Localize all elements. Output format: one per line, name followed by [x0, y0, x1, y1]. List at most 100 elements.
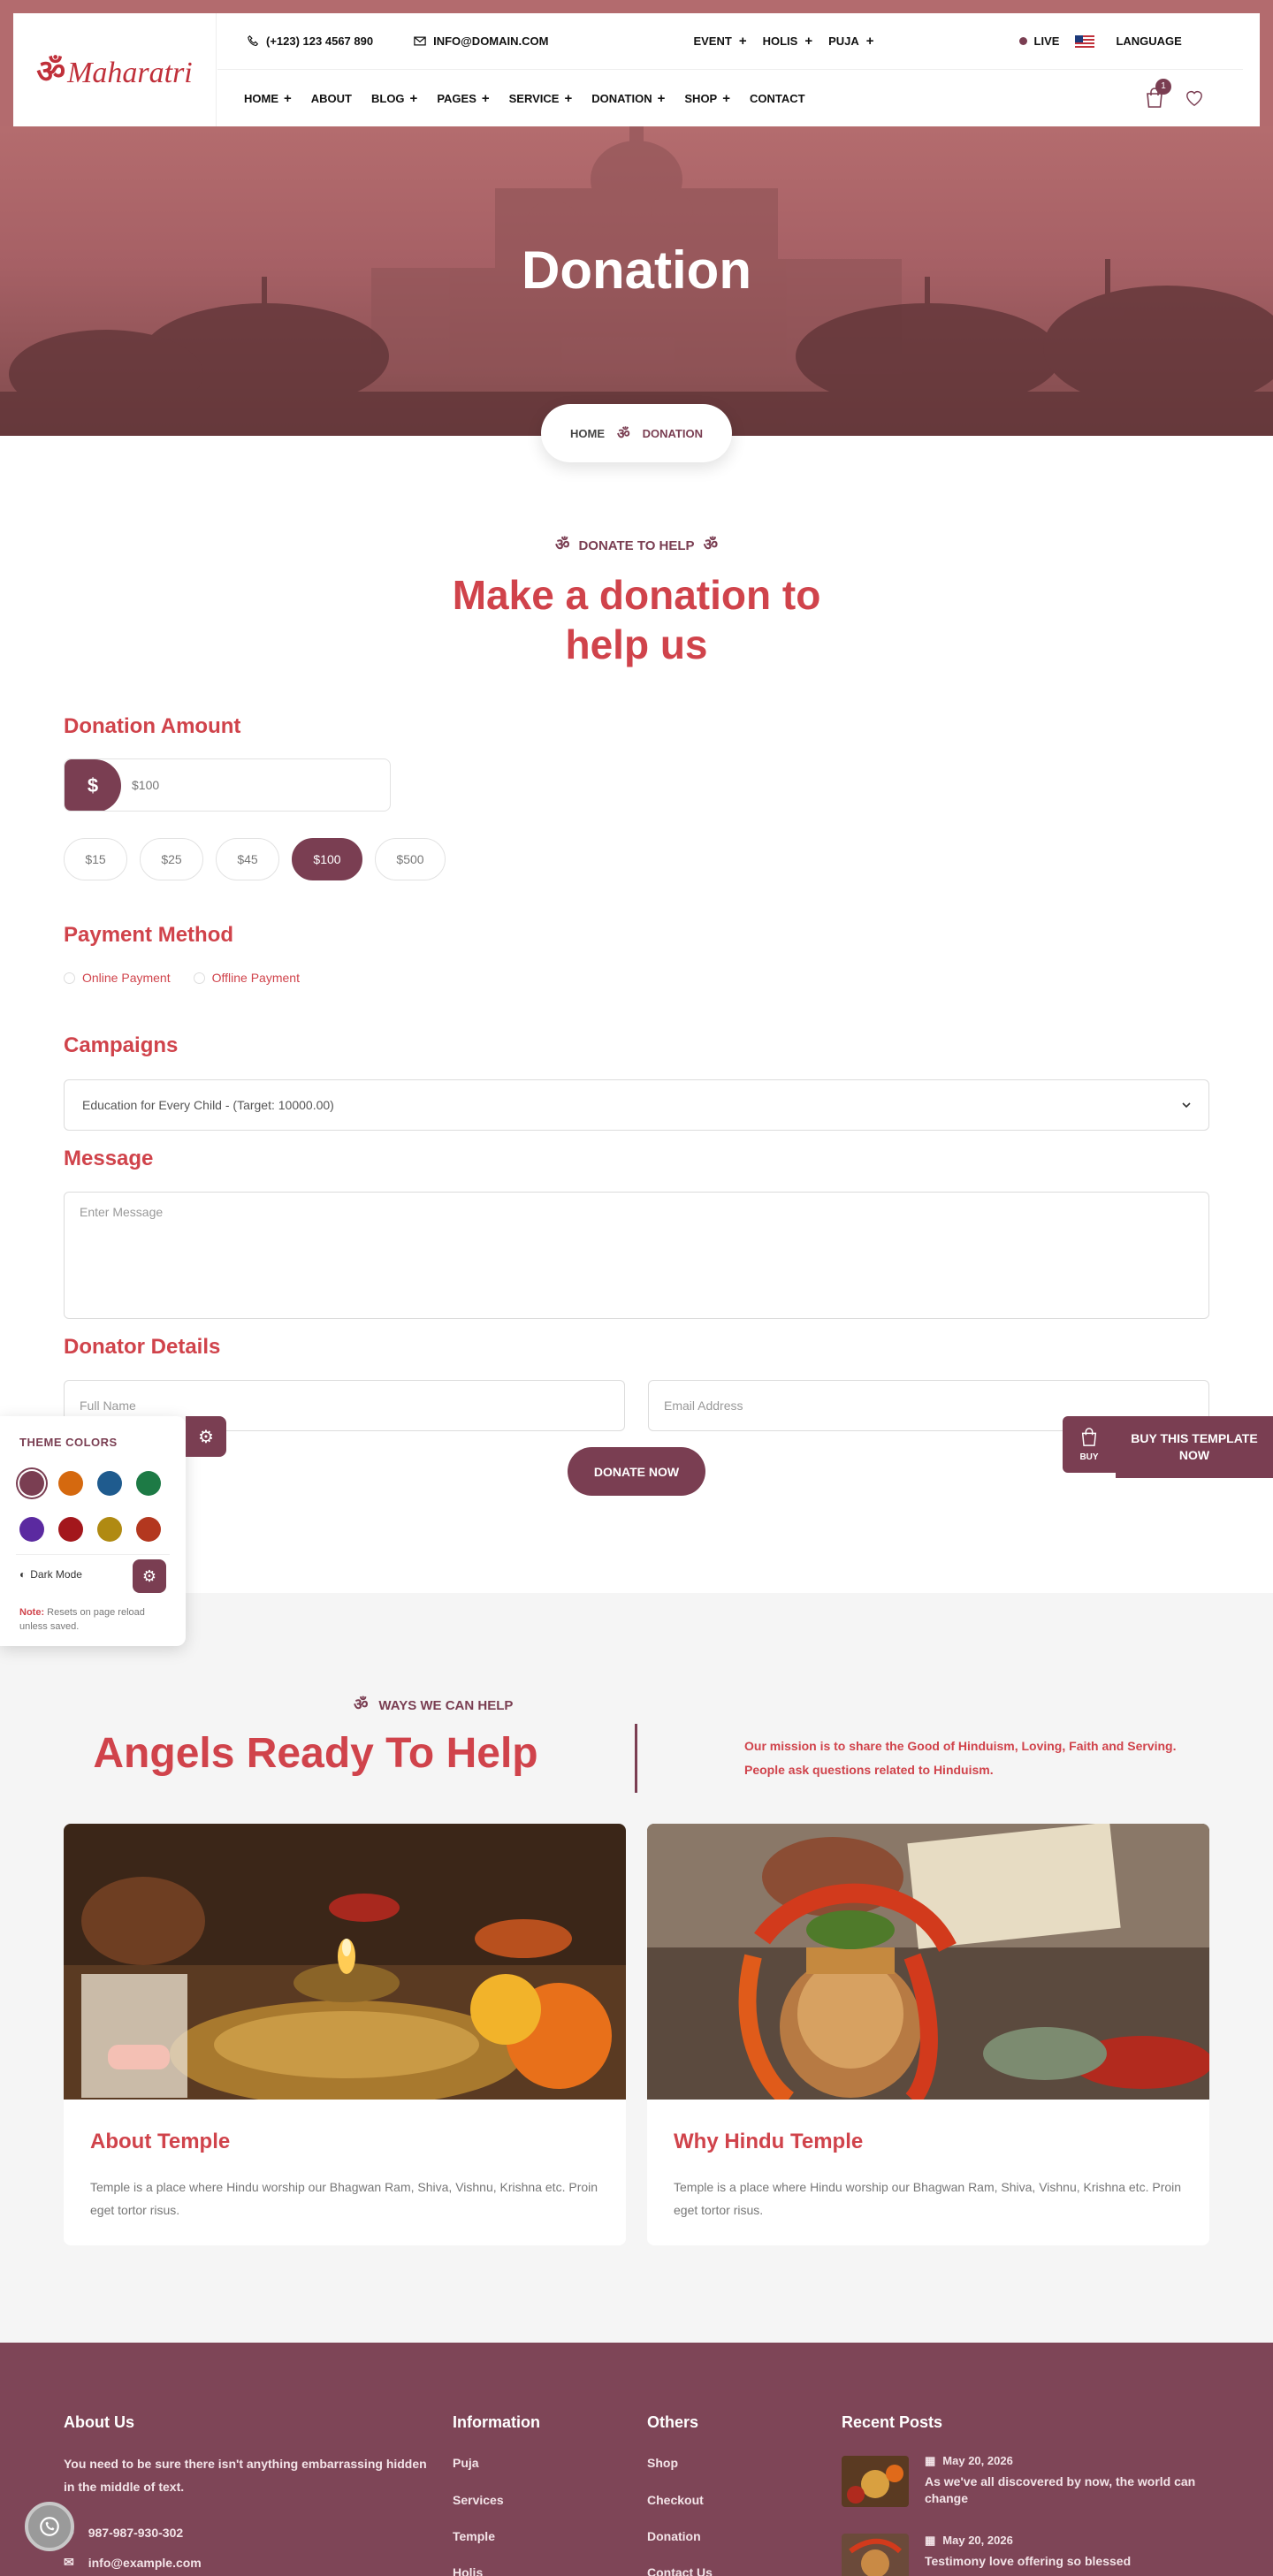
whatsapp-icon[interactable]: [25, 2502, 74, 2551]
breadcrumb: HOME ॐ DONATION: [541, 404, 732, 462]
nav-item-blog[interactable]: BLOG +: [371, 91, 417, 106]
amount-chip[interactable]: $25: [140, 838, 203, 880]
amount-chip[interactable]: $15: [64, 838, 127, 880]
nav-item-shop[interactable]: SHOP +: [684, 91, 730, 106]
message-label: Message: [64, 1147, 154, 1170]
mission-text: Our mission is to share the Good of Hind…: [744, 1734, 1204, 1782]
mail-icon: ✉: [64, 2555, 74, 2569]
footer-link-shop[interactable]: Shop: [647, 2456, 678, 2470]
chevron-down-icon: [1182, 1101, 1191, 1108]
card-text: Temple is a place where Hindu worship ou…: [90, 2180, 598, 2217]
dark-mode-text: Dark Mode: [30, 1568, 82, 1581]
amount-chip-selected[interactable]: $100: [292, 838, 362, 880]
dark-mode-toggle[interactable]: ⚙: [133, 1559, 166, 1593]
language-selector[interactable]: LANGUAGE: [1075, 34, 1182, 48]
footer-link-donation[interactable]: Donation: [647, 2529, 701, 2543]
theme-color-swatch[interactable]: [19, 1517, 44, 1542]
heart-icon[interactable]: [1185, 89, 1204, 107]
footer-phone[interactable]: ✆987-987-930-302: [64, 2525, 183, 2540]
nav-item-about[interactable]: ABOUT: [311, 92, 352, 105]
post-thumbnail[interactable]: [842, 2456, 909, 2507]
footer-about-text: You need to be sure there isn't anything…: [64, 2457, 427, 2494]
nav-label: ABOUT: [310, 91, 352, 105]
theme-color-swatch[interactable]: [58, 1471, 83, 1496]
campaign-select[interactable]: Education for Every Child - (Target: 100…: [64, 1079, 1209, 1131]
cart-count-badge: 1: [1155, 79, 1171, 95]
post-date-text: May 20, 2026: [942, 2534, 1013, 2547]
hero-banner: Donation: [0, 126, 1273, 436]
breadcrumb-home[interactable]: HOME: [570, 427, 605, 440]
footer-email[interactable]: ✉ info@example.com: [64, 2555, 202, 2570]
footer-link-temple[interactable]: Temple: [453, 2529, 495, 2543]
post-date: ▦ May 20, 2026: [925, 2534, 1013, 2548]
radio-offline-payment[interactable]: Offline Payment: [193, 971, 300, 985]
footer-link-contact[interactable]: Contact Us: [647, 2565, 713, 2576]
nav-label: HOME: [244, 91, 278, 105]
buy-icon-label: BUY: [1079, 1452, 1099, 1462]
plus-icon: +: [738, 34, 747, 49]
theme-color-swatch[interactable]: [97, 1471, 122, 1496]
live-link[interactable]: LIVE: [1018, 34, 1060, 48]
payment-method-label: Payment Method: [64, 923, 234, 947]
om-icon: ॐ: [555, 536, 570, 553]
footer-link-services[interactable]: Services: [453, 2493, 504, 2507]
plus-icon: +: [284, 90, 292, 106]
theme-settings-gear-icon[interactable]: ⚙: [186, 1416, 226, 1457]
flag-icon: [1075, 34, 1095, 48]
nav-item-home[interactable]: HOME +: [244, 91, 292, 106]
donation-amount-label: Donation Amount: [64, 714, 241, 738]
moon-icon: ◐: [19, 1568, 27, 1581]
donate-now-button[interactable]: DONATE NOW: [568, 1447, 705, 1496]
top-menu-label: HOLIS: [762, 34, 798, 48]
buy-template-tab[interactable]: BUY BUY THIS TEMPLATE NOW: [1063, 1416, 1273, 1478]
campaigns-label: Campaigns: [64, 1033, 179, 1057]
theme-color-swatch[interactable]: [136, 1471, 161, 1496]
om-logo-icon: ॐ: [36, 53, 66, 89]
kalash-ritual-image: [647, 1824, 1209, 2100]
amount-input[interactable]: [132, 759, 388, 811]
nav-label: PAGES: [437, 91, 476, 105]
post-date-text: May 20, 2026: [942, 2454, 1013, 2467]
post-title[interactable]: Testimony love offering so blessed: [925, 2553, 1225, 2570]
nav-label: SHOP: [684, 91, 718, 105]
post-thumbnail[interactable]: [842, 2534, 909, 2576]
footer-link-checkout[interactable]: Checkout: [647, 2493, 704, 2507]
theme-color-swatch[interactable]: [97, 1517, 122, 1542]
nav-item-service[interactable]: SERVICE +: [509, 91, 573, 106]
theme-color-swatch[interactable]: [136, 1517, 161, 1542]
calendar-icon: ▦: [925, 2534, 936, 2547]
heading-line: help us: [565, 621, 708, 667]
card-title: About Temple: [90, 2130, 231, 2153]
card-why-hindu-temple[interactable]: Why Hindu Temple Temple is a place where…: [647, 1824, 1209, 2245]
sub-label-text: DONATE TO HELP: [578, 538, 695, 553]
amount-chip[interactable]: $500: [375, 838, 446, 880]
amount-chip[interactable]: $45: [216, 838, 279, 880]
logo[interactable]: ॐMaharatri: [13, 13, 217, 126]
post-title[interactable]: As we've all discovered by now, the worl…: [925, 2473, 1225, 2507]
divider: [16, 1554, 170, 1555]
nav-item-pages[interactable]: PAGES +: [437, 91, 489, 106]
live-label: LIVE: [1033, 34, 1060, 48]
plus-icon: +: [865, 34, 874, 49]
dollar-icon: $: [65, 759, 121, 811]
card-about-temple[interactable]: About Temple Temple is a place where Hin…: [64, 1824, 626, 2245]
calendar-icon: ▦: [925, 2454, 936, 2467]
note-label: Note:: [19, 1607, 45, 1618]
footer-others-title: Others: [647, 2413, 699, 2431]
footer-link-puja[interactable]: Puja: [453, 2456, 479, 2470]
header-phone[interactable]: (+123) 123 4567 890: [248, 34, 373, 48]
theme-color-swatch[interactable]: [58, 1517, 83, 1542]
footer-link-holis[interactable]: Holis: [453, 2565, 483, 2576]
buy-template-label: BUY THIS TEMPLATE NOW: [1116, 1416, 1273, 1478]
message-textarea[interactable]: Enter Message: [64, 1192, 1209, 1319]
theme-color-swatch[interactable]: [19, 1471, 44, 1496]
top-menu-event[interactable]: EVENT +: [693, 34, 746, 49]
nav-item-donation[interactable]: DONATION +: [591, 91, 665, 106]
radio-online-payment[interactable]: Online Payment: [64, 971, 171, 985]
nav-item-contact[interactable]: CONTACT: [750, 92, 805, 105]
radio-label: Offline Payment: [211, 971, 300, 985]
top-menu-puja[interactable]: PUJA +: [828, 34, 873, 49]
header-email[interactable]: INFO@DOMAIN.COM: [414, 34, 548, 48]
top-menu-holis[interactable]: HOLIS +: [763, 34, 813, 49]
radio-circle-icon: [64, 972, 75, 984]
